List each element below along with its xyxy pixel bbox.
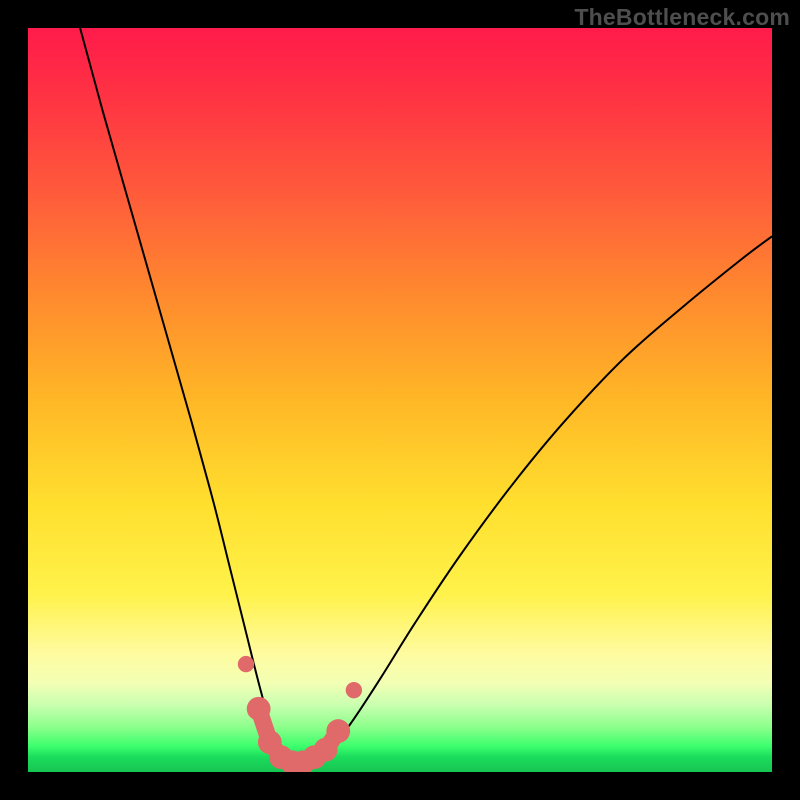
curve-layer bbox=[28, 28, 772, 772]
plot-area bbox=[28, 28, 772, 772]
floor-marker-dot bbox=[247, 697, 271, 721]
floor-marker-dot bbox=[326, 719, 350, 743]
chart-frame: TheBottleneck.com bbox=[0, 0, 800, 800]
watermark-text: TheBottleneck.com bbox=[574, 4, 790, 31]
bottleneck-curve bbox=[80, 28, 772, 764]
floor-marker-dot bbox=[346, 682, 362, 698]
floor-marker-dot bbox=[238, 656, 254, 672]
